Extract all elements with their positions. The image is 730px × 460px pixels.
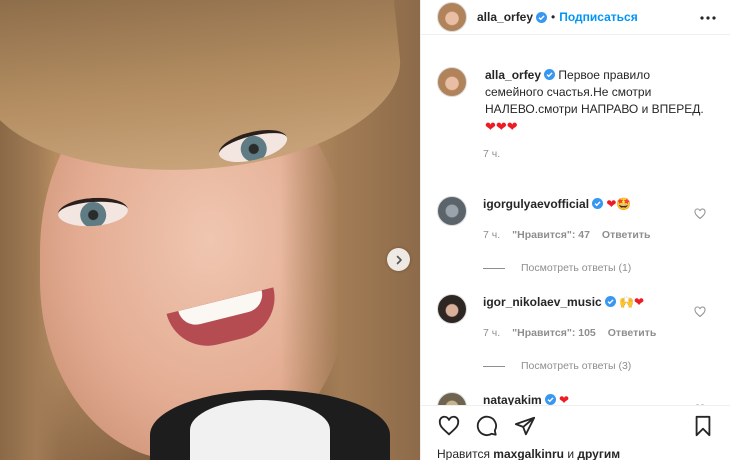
comment-item: igor_nikolaev_music 🙌❤ 7 ч. "Нравится": … (437, 294, 714, 342)
comment-like-heart-icon[interactable] (694, 208, 706, 220)
comment-likes[interactable]: "Нравится": 47 (512, 227, 590, 244)
view-replies-label: Посмотреть ответы (1) (521, 262, 632, 274)
verified-badge-icon (544, 69, 556, 80)
follow-button[interactable]: Подписаться (559, 10, 637, 24)
replies-divider (483, 365, 505, 367)
caption-time[interactable]: 7 ч. (483, 148, 714, 160)
save-button[interactable] (691, 414, 715, 438)
comment-username[interactable]: igor_nikolaev_music (483, 295, 602, 309)
likes-others-link[interactable]: другим (577, 447, 620, 460)
comment-avatar[interactable] (437, 196, 467, 226)
comment-meta: 7 ч. "Нравится": 47 Ответить (483, 227, 650, 244)
comment-avatar[interactable] (437, 294, 467, 324)
comment-text: ❤ (559, 393, 570, 405)
view-replies-button[interactable]: Посмотреть ответы (1) (483, 262, 714, 274)
action-icons (437, 414, 715, 438)
comment-body: igorgulyaevofficial ❤🤩 7 ч. "Нравится": … (483, 196, 650, 244)
caption-hearts: ❤❤❤ (485, 119, 518, 134)
comment-username[interactable]: natayakim (483, 393, 542, 405)
caption-avatar[interactable] (437, 67, 467, 97)
photo-collar (190, 400, 330, 460)
verified-badge-icon (544, 394, 556, 405)
next-photo-button[interactable] (387, 248, 410, 271)
post-header: alla_orfey • Подписаться (421, 0, 730, 35)
header-username[interactable]: alla_orfey (477, 10, 533, 24)
comment-username[interactable]: igorgulyaevofficial (483, 197, 589, 211)
post-side-panel: alla_orfey • Подписаться alla_orfey Перв… (420, 0, 730, 460)
verified-badge-icon (604, 296, 616, 307)
likes-and: и (567, 447, 575, 460)
separator-dot: • (551, 10, 556, 24)
comment-item: natayakim ❤ (437, 392, 714, 405)
bookmark-icon (695, 415, 711, 437)
caption-username[interactable]: alla_orfey (485, 68, 541, 82)
caption-body: alla_orfey Первое правило семейного счас… (485, 67, 705, 136)
chevron-right-icon (396, 255, 402, 264)
comment-icon (476, 415, 497, 436)
comment-time[interactable]: 7 ч. (483, 227, 500, 244)
replies-divider (483, 267, 505, 269)
comment-meta: 7 ч. "Нравится": 105 Ответить (483, 325, 656, 342)
comment-body: natayakim ❤ (483, 392, 569, 405)
comment-button[interactable] (475, 414, 499, 438)
comment-body: igor_nikolaev_music 🙌❤ 7 ч. "Нравится": … (483, 294, 656, 342)
paper-plane-icon (514, 416, 536, 436)
post-actions: Нравится maxgalkinru и другим (421, 405, 730, 460)
comment-text: ❤🤩 (606, 197, 632, 211)
share-button[interactable] (513, 414, 537, 438)
comment-time[interactable]: 7 ч. (483, 325, 500, 342)
like-button[interactable] (437, 414, 461, 438)
comment-likes[interactable]: "Нравится": 105 (512, 325, 596, 342)
verified-badge-icon (536, 11, 548, 23)
post-photo[interactable] (0, 0, 420, 460)
heart-icon (438, 415, 460, 436)
more-options-button[interactable] (698, 8, 718, 28)
comment-like-heart-icon[interactable] (694, 306, 706, 318)
likes-summary: Нравится maxgalkinru и другим (437, 447, 715, 460)
likes-user-link[interactable]: maxgalkinru (493, 447, 564, 460)
reply-button[interactable]: Ответить (602, 227, 651, 244)
more-horizontal-icon (700, 16, 716, 20)
reply-button[interactable]: Ответить (608, 325, 657, 342)
caption: alla_orfey Первое правило семейного счас… (437, 67, 714, 136)
view-replies-label: Посмотреть ответы (3) (521, 360, 632, 372)
view-replies-button[interactable]: Посмотреть ответы (3) (483, 360, 714, 372)
likes-prefix: Нравится (437, 447, 490, 460)
comment-text: 🙌❤ (619, 295, 645, 309)
comment-avatar[interactable] (437, 392, 467, 405)
verified-badge-icon (592, 198, 604, 209)
profile-avatar[interactable] (437, 2, 467, 32)
comments-list[interactable]: alla_orfey Первое правило семейного счас… (421, 35, 730, 405)
comment-item: igorgulyaevofficial ❤🤩 7 ч. "Нравится": … (437, 196, 714, 244)
